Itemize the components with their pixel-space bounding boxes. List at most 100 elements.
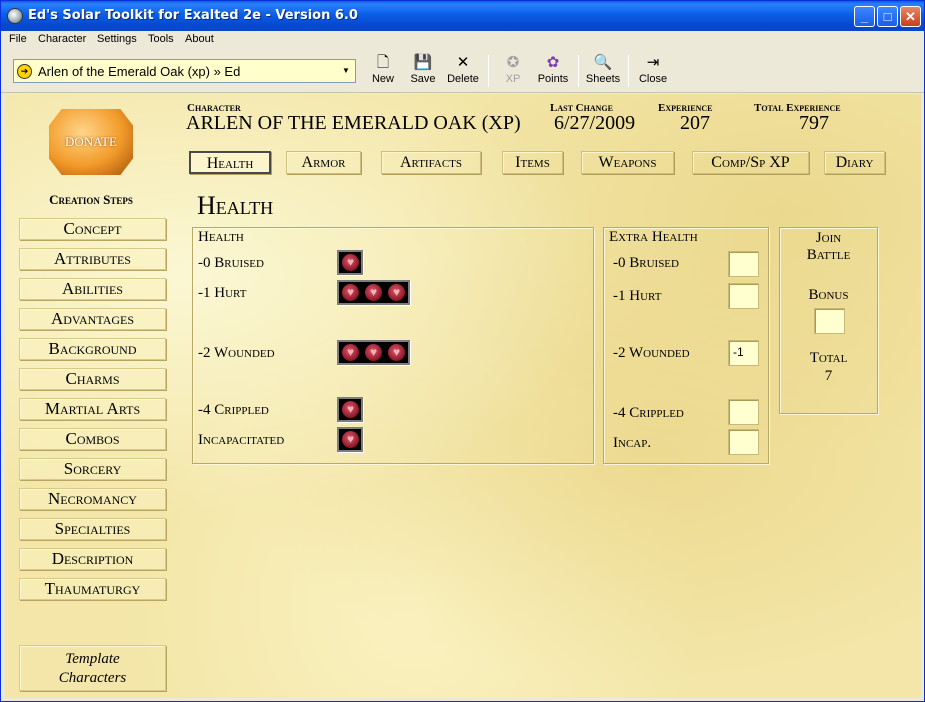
close-button[interactable]: ⇥ Close <box>631 53 675 91</box>
health-level-label: Incapacitated <box>198 432 285 448</box>
step-charms-button[interactable]: Charms <box>19 368 166 390</box>
menu-bar: File Character Settings Tools About <box>1 31 924 49</box>
health-boxes-incapacitated[interactable]: ♥ <box>337 427 363 452</box>
join-battle-bonus-label: Bonus <box>808 287 849 303</box>
delete-x-icon: ✕ <box>456 54 470 71</box>
health-heart-icon: ♥ <box>342 401 359 418</box>
extra-health-level-label: -2 Wounded <box>613 345 690 361</box>
join-battle-bonus-input[interactable] <box>814 308 845 334</box>
step-background-button[interactable]: Background <box>19 338 166 360</box>
toolbar-separator <box>488 55 489 87</box>
toolbar-separator <box>628 55 629 87</box>
donate-button[interactable]: DONATE <box>49 109 133 175</box>
health-level-label: -1 Hurt <box>198 285 247 301</box>
exit-door-icon: ⇥ <box>646 54 660 71</box>
extra-health-input-hurt[interactable] <box>728 283 759 309</box>
new-button[interactable]: 🗋 New <box>361 53 405 91</box>
step-advantages-button[interactable]: Advantages <box>19 308 166 330</box>
health-heart-icon: ♥ <box>342 284 359 301</box>
health-group-label: Health <box>198 229 244 245</box>
delete-button[interactable]: ✕ Delete <box>441 53 485 91</box>
join-battle-label-2: Battle <box>806 247 851 263</box>
join-battle-total-label: Total <box>809 350 848 366</box>
tab-items[interactable]: Items <box>502 151 563 174</box>
minimize-button[interactable]: _ <box>854 6 875 27</box>
health-heart-icon: ♥ <box>342 254 359 271</box>
health-boxes-crippled[interactable]: ♥ <box>337 397 363 422</box>
extra-health-input-crippled[interactable] <box>728 399 759 425</box>
save-button[interactable]: 💾 Save <box>401 53 445 91</box>
template-characters-line1: Template <box>65 651 120 667</box>
app-window: Ed's Solar Toolkit for Exalted 2e - Vers… <box>0 0 925 702</box>
health-level-label: -4 Crippled <box>198 402 269 418</box>
section-title: Health <box>197 191 274 220</box>
character-name: ARLEN OF THE EMERALD OAK (XP) <box>186 112 521 134</box>
health-boxes-wounded[interactable]: ♥ ♥ ♥ <box>337 340 410 365</box>
menu-about[interactable]: About <box>185 33 214 45</box>
sheets-button[interactable]: 🔍 Sheets <box>581 53 625 91</box>
health-heart-icon: ♥ <box>365 344 382 361</box>
close-window-button[interactable]: ✕ <box>900 6 921 27</box>
xp-icon: ✪ <box>506 54 520 71</box>
step-attributes-button[interactable]: Attributes <box>19 248 166 270</box>
points-button[interactable]: ✿ Points <box>531 53 575 91</box>
template-characters-line2: Characters <box>58 670 127 686</box>
extra-health-input-wounded[interactable]: -1 <box>728 340 759 366</box>
toolbar: ➔ Arlen of the Emerald Oak (xp) » Ed ▼ 🗋… <box>1 49 924 93</box>
step-specialties-button[interactable]: Specialties <box>19 518 166 540</box>
tab-diary[interactable]: Diary <box>824 151 885 174</box>
health-heart-icon: ♥ <box>388 344 405 361</box>
extra-health-level-label: -1 Hurt <box>613 288 662 304</box>
step-thaumaturgy-button[interactable]: Thaumaturgy <box>19 578 166 600</box>
maximize-button[interactable]: □ <box>877 6 898 27</box>
extra-health-level-label: Incap. <box>613 435 652 451</box>
character-select[interactable]: ➔ Arlen of the Emerald Oak (xp) » Ed ▼ <box>13 59 356 83</box>
tab-armor[interactable]: Armor <box>286 151 361 174</box>
character-select-value: Arlen of the Emerald Oak (xp) » Ed <box>38 64 241 79</box>
tab-artifacts[interactable]: Artifacts <box>381 151 481 174</box>
toolbar-separator <box>578 55 579 87</box>
tab-comp-sp-xp[interactable]: Comp/Sp XP <box>692 151 809 174</box>
last-change-value: 6/27/2009 <box>554 112 636 134</box>
menu-settings[interactable]: Settings <box>97 33 137 45</box>
extra-health-group-label: Extra Health <box>609 229 698 245</box>
health-level-label: -2 Wounded <box>198 345 275 361</box>
points-icon: ✿ <box>546 54 560 71</box>
step-combos-button[interactable]: Combos <box>19 428 166 450</box>
health-heart-icon: ♥ <box>342 344 359 361</box>
step-abilities-button[interactable]: Abilities <box>19 278 166 300</box>
step-concept-button[interactable]: Concept <box>19 218 166 240</box>
menu-tools[interactable]: Tools <box>148 33 174 45</box>
extra-health-input-bruised[interactable] <box>728 251 759 277</box>
total-experience-value: 797 <box>799 112 829 134</box>
character-arrow-icon: ➔ <box>17 64 32 79</box>
extra-health-input-incap[interactable] <box>728 429 759 455</box>
health-level-label: -0 Bruised <box>198 255 264 271</box>
health-heart-icon: ♥ <box>342 431 359 448</box>
health-heart-icon: ♥ <box>388 284 405 301</box>
xp-button[interactable]: ✪ XP <box>491 53 535 91</box>
step-martial-arts-button[interactable]: Martial Arts <box>19 398 166 420</box>
creation-steps-title: Creation Steps <box>49 192 133 207</box>
chevron-down-icon[interactable]: ▼ <box>339 62 353 80</box>
menu-file[interactable]: File <box>9 33 27 45</box>
step-description-button[interactable]: Description <box>19 548 166 570</box>
sheets-icon: 🔍 <box>593 54 613 71</box>
window-title: Ed's Solar Toolkit for Exalted 2e - Vers… <box>28 8 358 23</box>
app-icon[interactable] <box>7 8 23 24</box>
health-boxes-hurt[interactable]: ♥ ♥ ♥ <box>337 280 410 305</box>
tab-health[interactable]: Health <box>189 151 271 174</box>
title-bar[interactable]: Ed's Solar Toolkit for Exalted 2e - Vers… <box>1 1 924 31</box>
join-battle-total-value: 7 <box>824 368 833 384</box>
floppy-disk-icon: 💾 <box>413 54 433 71</box>
step-sorcery-button[interactable]: Sorcery <box>19 458 166 480</box>
new-document-icon: 🗋 <box>376 54 390 71</box>
extra-health-level-label: -0 Bruised <box>613 255 679 271</box>
menu-character[interactable]: Character <box>38 33 86 45</box>
tab-weapons[interactable]: Weapons <box>581 151 674 174</box>
experience-value: 207 <box>680 112 710 134</box>
template-characters-button[interactable]: Template Characters <box>19 645 166 691</box>
health-boxes-bruised[interactable]: ♥ <box>337 250 363 275</box>
step-necromancy-button[interactable]: Necromancy <box>19 488 166 510</box>
extra-health-level-label: -4 Crippled <box>613 405 684 421</box>
